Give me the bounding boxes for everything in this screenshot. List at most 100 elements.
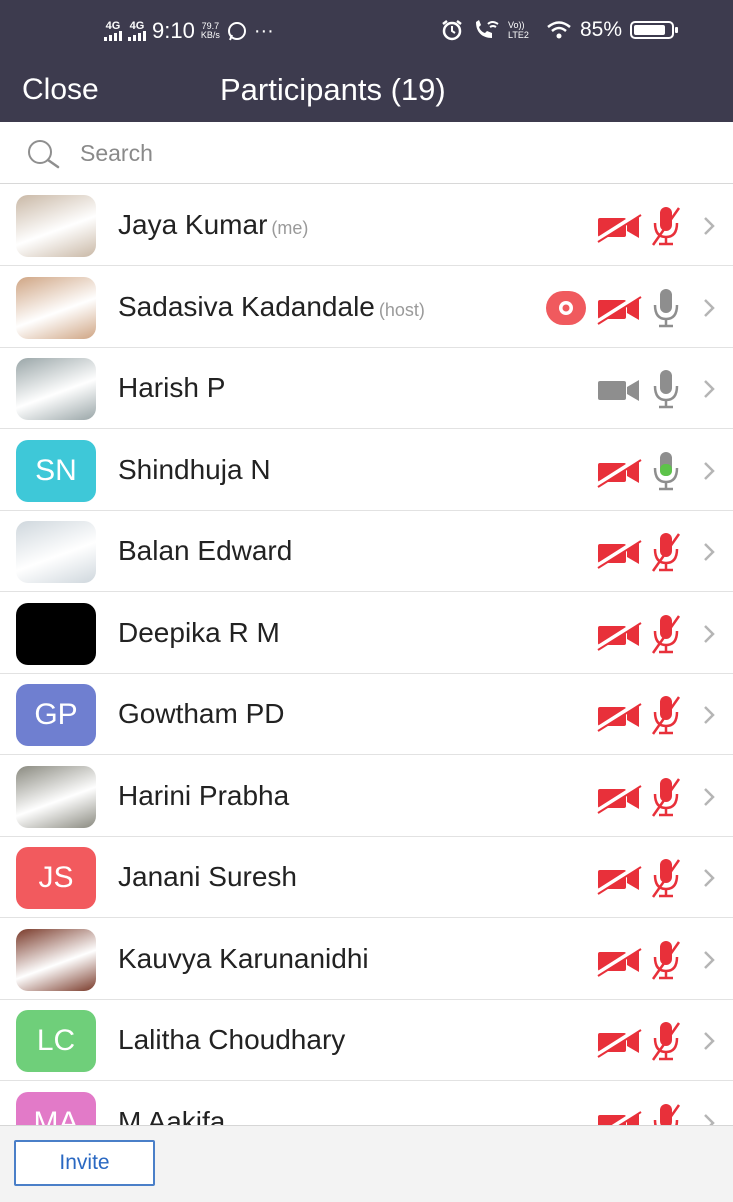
mic-muted-icon	[650, 531, 682, 573]
participant-row[interactable]: Deepika R M	[0, 592, 733, 674]
chevron-right-icon[interactable]	[700, 621, 718, 647]
participant-role-tag: (me)	[271, 218, 309, 238]
avatar	[16, 358, 96, 420]
participant-row[interactable]: LC Lalitha Choudhary	[0, 1000, 733, 1081]
mic-muted-icon	[650, 694, 682, 736]
alarm-icon	[442, 20, 462, 41]
mic-muted-icon	[650, 1020, 682, 1062]
page-title: Participants (19)	[220, 72, 446, 107]
chevron-right-icon[interactable]	[700, 376, 718, 402]
mic-muted-icon	[650, 205, 682, 247]
participant-name-text: Harini Prabha	[118, 779, 290, 811]
status-left: 4G 4G 9:10 79.7 KB/s ···	[104, 18, 274, 44]
video-off-icon	[594, 944, 642, 977]
mic-muted-icon	[650, 1102, 682, 1125]
participant-name: Deepika R M	[118, 617, 280, 649]
avatar	[16, 195, 96, 257]
participant-name: Balan Edward	[118, 535, 292, 567]
avatar-initials: SN	[35, 453, 77, 487]
video-off-icon	[596, 1107, 642, 1125]
search-input[interactable]	[80, 136, 680, 170]
more-dots: ···	[253, 19, 274, 42]
participant-row[interactable]: MA M Aakifa	[0, 1081, 733, 1126]
video-off-icon	[594, 862, 642, 896]
battery-icon	[630, 21, 679, 39]
battery-fill	[634, 25, 666, 35]
avatar-initials: MA	[33, 1105, 79, 1126]
participants-header: Close Participants (19)	[0, 64, 733, 122]
video-off-icon	[594, 1025, 642, 1059]
participant-list[interactable]: Jaya Kumar (me) Sadasiva Kadandale (host) Ha…	[0, 185, 733, 1125]
speed-unit: KB/s	[200, 30, 220, 40]
chevron-right-icon[interactable]	[700, 947, 718, 973]
participant-name: Lalitha Choudhary	[118, 1024, 345, 1056]
avatar	[16, 521, 96, 583]
search-bar	[0, 122, 733, 184]
recording-icon	[546, 290, 586, 325]
participant-row[interactable]: JS Janani Suresh	[0, 837, 733, 918]
participant-name: Harish P	[118, 372, 225, 404]
search-icon	[28, 140, 60, 169]
avatar	[16, 602, 96, 665]
chevron-right-icon[interactable]	[700, 295, 718, 321]
participant-name-text: Gowtham PD	[118, 698, 285, 729]
status-time: 9:10	[152, 18, 195, 43]
network-type-1: 4G	[105, 20, 121, 32]
participant-name-text: M Aakifa	[118, 1105, 226, 1126]
avatar-initials: JS	[38, 861, 74, 894]
close-button[interactable]: Close	[22, 73, 99, 107]
video-off-icon	[594, 210, 642, 244]
chevron-right-icon[interactable]	[700, 865, 718, 891]
avatar	[16, 765, 96, 828]
chevron-right-icon[interactable]	[700, 1110, 718, 1125]
participant-row[interactable]: Sadasiva Kadandale (host)	[0, 266, 733, 348]
participant-row[interactable]: Kauvya Karunanidhi	[0, 918, 733, 1000]
participant-name: M Aakifa	[118, 1106, 225, 1126]
avatar-initials: LC	[36, 1024, 76, 1057]
participant-row[interactable]: Balan Edward	[0, 511, 733, 592]
participant-row[interactable]: GP Gowtham PD	[0, 674, 733, 755]
participant-name-text: Kauvya Karunanidhi	[118, 942, 369, 974]
participant-name: Shindhuja N	[118, 454, 271, 486]
participant-name-text: Lalitha Choudhary	[118, 1024, 346, 1055]
chevron-right-icon[interactable]	[700, 213, 718, 239]
chevron-right-icon[interactable]	[700, 1028, 718, 1054]
status-bar: 4G 4G 9:10 79.7 KB/s ··· Vo)) LTE2 85%	[0, 0, 733, 64]
participant-row[interactable]: Harish P	[0, 348, 733, 429]
network-speed: 79.7 KB/s	[201, 22, 220, 40]
participant-name-text: Shindhuja N	[118, 453, 271, 485]
avatar: MA	[16, 1091, 96, 1126]
avatar	[16, 928, 96, 991]
chevron-right-icon[interactable]	[700, 784, 718, 810]
avatar: JS	[16, 847, 96, 909]
participant-row[interactable]: Harini Prabha	[0, 755, 733, 837]
avatar: LC	[16, 1010, 96, 1072]
participant-row[interactable]: Jaya Kumar (me)	[0, 185, 733, 266]
participant-name-text: Janani Suresh	[118, 861, 298, 892]
mic-speaking-icon	[650, 450, 682, 492]
video-off-icon	[594, 781, 642, 814]
participant-name-text: Deepika R M	[118, 616, 280, 648]
signal-2: 4G	[128, 21, 146, 41]
signal-bars-icon	[104, 31, 122, 41]
signal-1: 4G	[104, 21, 122, 41]
video-off-icon	[594, 292, 642, 325]
participant-name-text: Harish P	[118, 372, 226, 403]
mic-muted-icon	[650, 857, 682, 899]
chevron-right-icon[interactable]	[700, 539, 718, 565]
invite-button[interactable]: Invite	[14, 1140, 155, 1186]
participant-name: Harini Prabha	[118, 780, 289, 812]
chevron-right-icon[interactable]	[700, 702, 718, 728]
mic-muted-icon	[650, 613, 682, 655]
video-off-icon	[594, 699, 642, 733]
video-off-icon	[594, 618, 642, 651]
video-off-icon	[594, 536, 642, 570]
status-right: Vo)) LTE2 85%	[440, 18, 679, 42]
participant-row[interactable]: SN Shindhuja N	[0, 429, 733, 511]
mic-muted-icon	[650, 939, 682, 981]
participant-name: Kauvya Karunanidhi	[118, 943, 369, 975]
participant-name: Sadasiva Kadandale (host)	[118, 291, 425, 323]
signal-bars-icon	[128, 31, 146, 41]
chevron-right-icon[interactable]	[700, 458, 718, 484]
participant-name: Janani Suresh	[118, 861, 297, 893]
